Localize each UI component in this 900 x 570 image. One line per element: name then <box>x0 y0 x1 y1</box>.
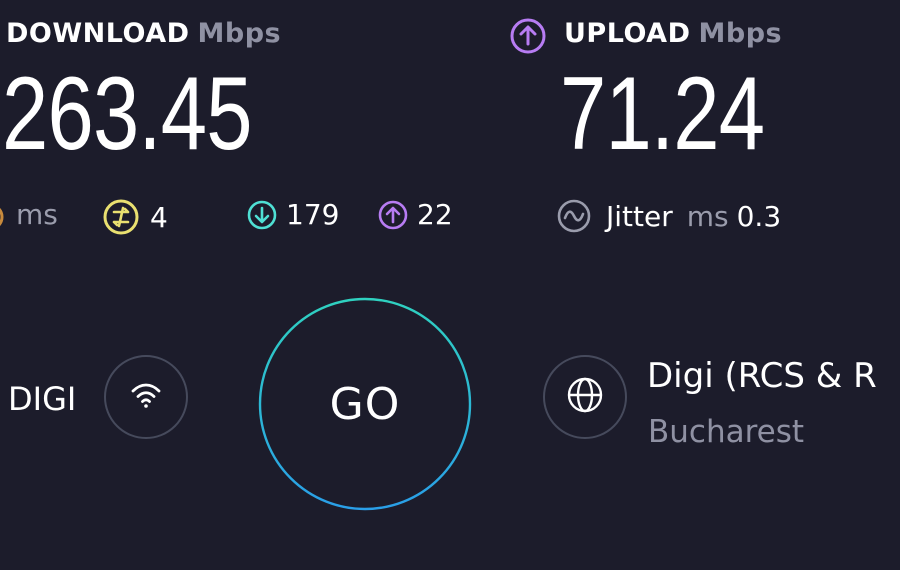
jitter-unit: ms <box>686 199 729 233</box>
upload-latency: 22 <box>377 198 453 231</box>
upload-latency-value: 22 <box>417 198 453 231</box>
globe-icon <box>565 375 605 419</box>
download-latency: 179 <box>246 198 339 231</box>
download-unit: Mbps <box>197 18 282 49</box>
go-button[interactable]: GO <box>258 297 472 511</box>
upload-unit: Mbps <box>698 18 783 49</box>
download-label-row: DOWNLOAD Mbps <box>6 18 281 49</box>
jitter-label: Jitter <box>606 199 673 233</box>
jitter-wave-icon <box>556 198 592 234</box>
upload-label: UPLOAD <box>564 18 691 49</box>
ping-icon <box>102 198 140 236</box>
isp-name: DIGI <box>8 380 77 418</box>
isp-icon-ring[interactable] <box>104 355 188 439</box>
upload-speed-value: 71.24 <box>560 56 765 172</box>
upload-arrow-icon <box>509 17 547 55</box>
download-latency-value: 179 <box>286 198 340 231</box>
server-location: Bucharest <box>648 414 805 450</box>
upload-arrow-icon <box>377 199 409 231</box>
latency-cut-icon <box>0 202 6 232</box>
idle-latency-value: 4 <box>150 200 168 234</box>
download-label: DOWNLOAD <box>6 18 190 49</box>
latency-unit: ms <box>16 198 58 231</box>
server-icon-ring[interactable] <box>543 355 627 439</box>
jitter-value: 0.3 <box>736 199 782 233</box>
server-name[interactable]: Digi (RCS & R <box>647 356 877 396</box>
wifi-icon <box>129 378 163 416</box>
download-speed-value: 263.45 <box>2 56 252 172</box>
download-arrow-icon <box>246 199 278 231</box>
jitter-stat: Jitter ms 0.3 <box>556 198 781 234</box>
upload-label-row: UPLOAD Mbps <box>564 18 782 49</box>
latency-unit-label: ms <box>16 198 58 231</box>
idle-latency: 4 <box>102 198 168 236</box>
go-button-label: GO <box>329 378 401 430</box>
